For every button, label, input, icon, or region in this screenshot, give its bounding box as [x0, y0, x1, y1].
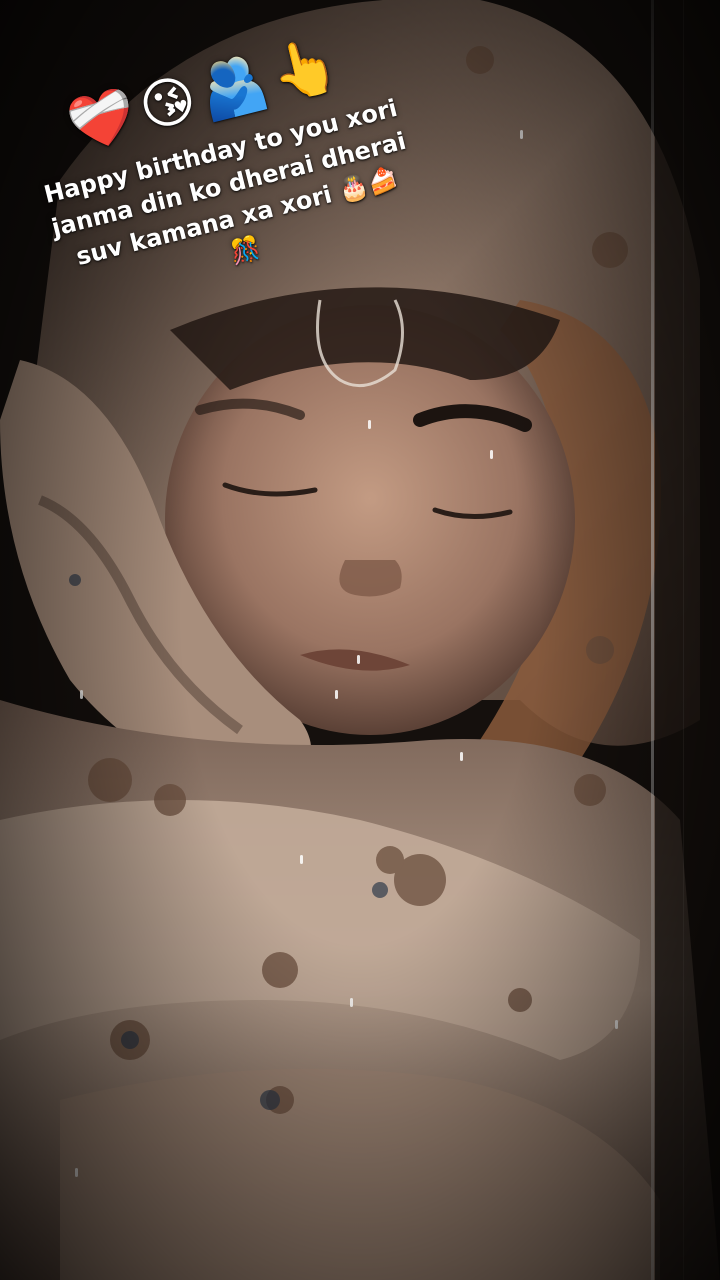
video-frame: ❤️‍🩹😘🫂👆 Happy birthday to you xori janma… [0, 0, 720, 1280]
right-shadow [655, 0, 720, 1280]
sparkle [368, 420, 371, 429]
sparkle [520, 130, 523, 139]
sparkle [460, 752, 463, 761]
sparkle [490, 450, 493, 459]
nose [339, 560, 402, 597]
sparkle [75, 1168, 78, 1177]
glitch-line-faint [683, 0, 684, 1280]
sparkle [300, 855, 303, 864]
sparkle [335, 690, 338, 699]
sparkle [80, 690, 83, 699]
confetti-emoji: 🎊 [227, 233, 264, 268]
sparkle [357, 655, 360, 664]
sparkle [615, 1020, 618, 1029]
glitch-line [651, 0, 654, 1280]
sparkle [350, 998, 353, 1007]
